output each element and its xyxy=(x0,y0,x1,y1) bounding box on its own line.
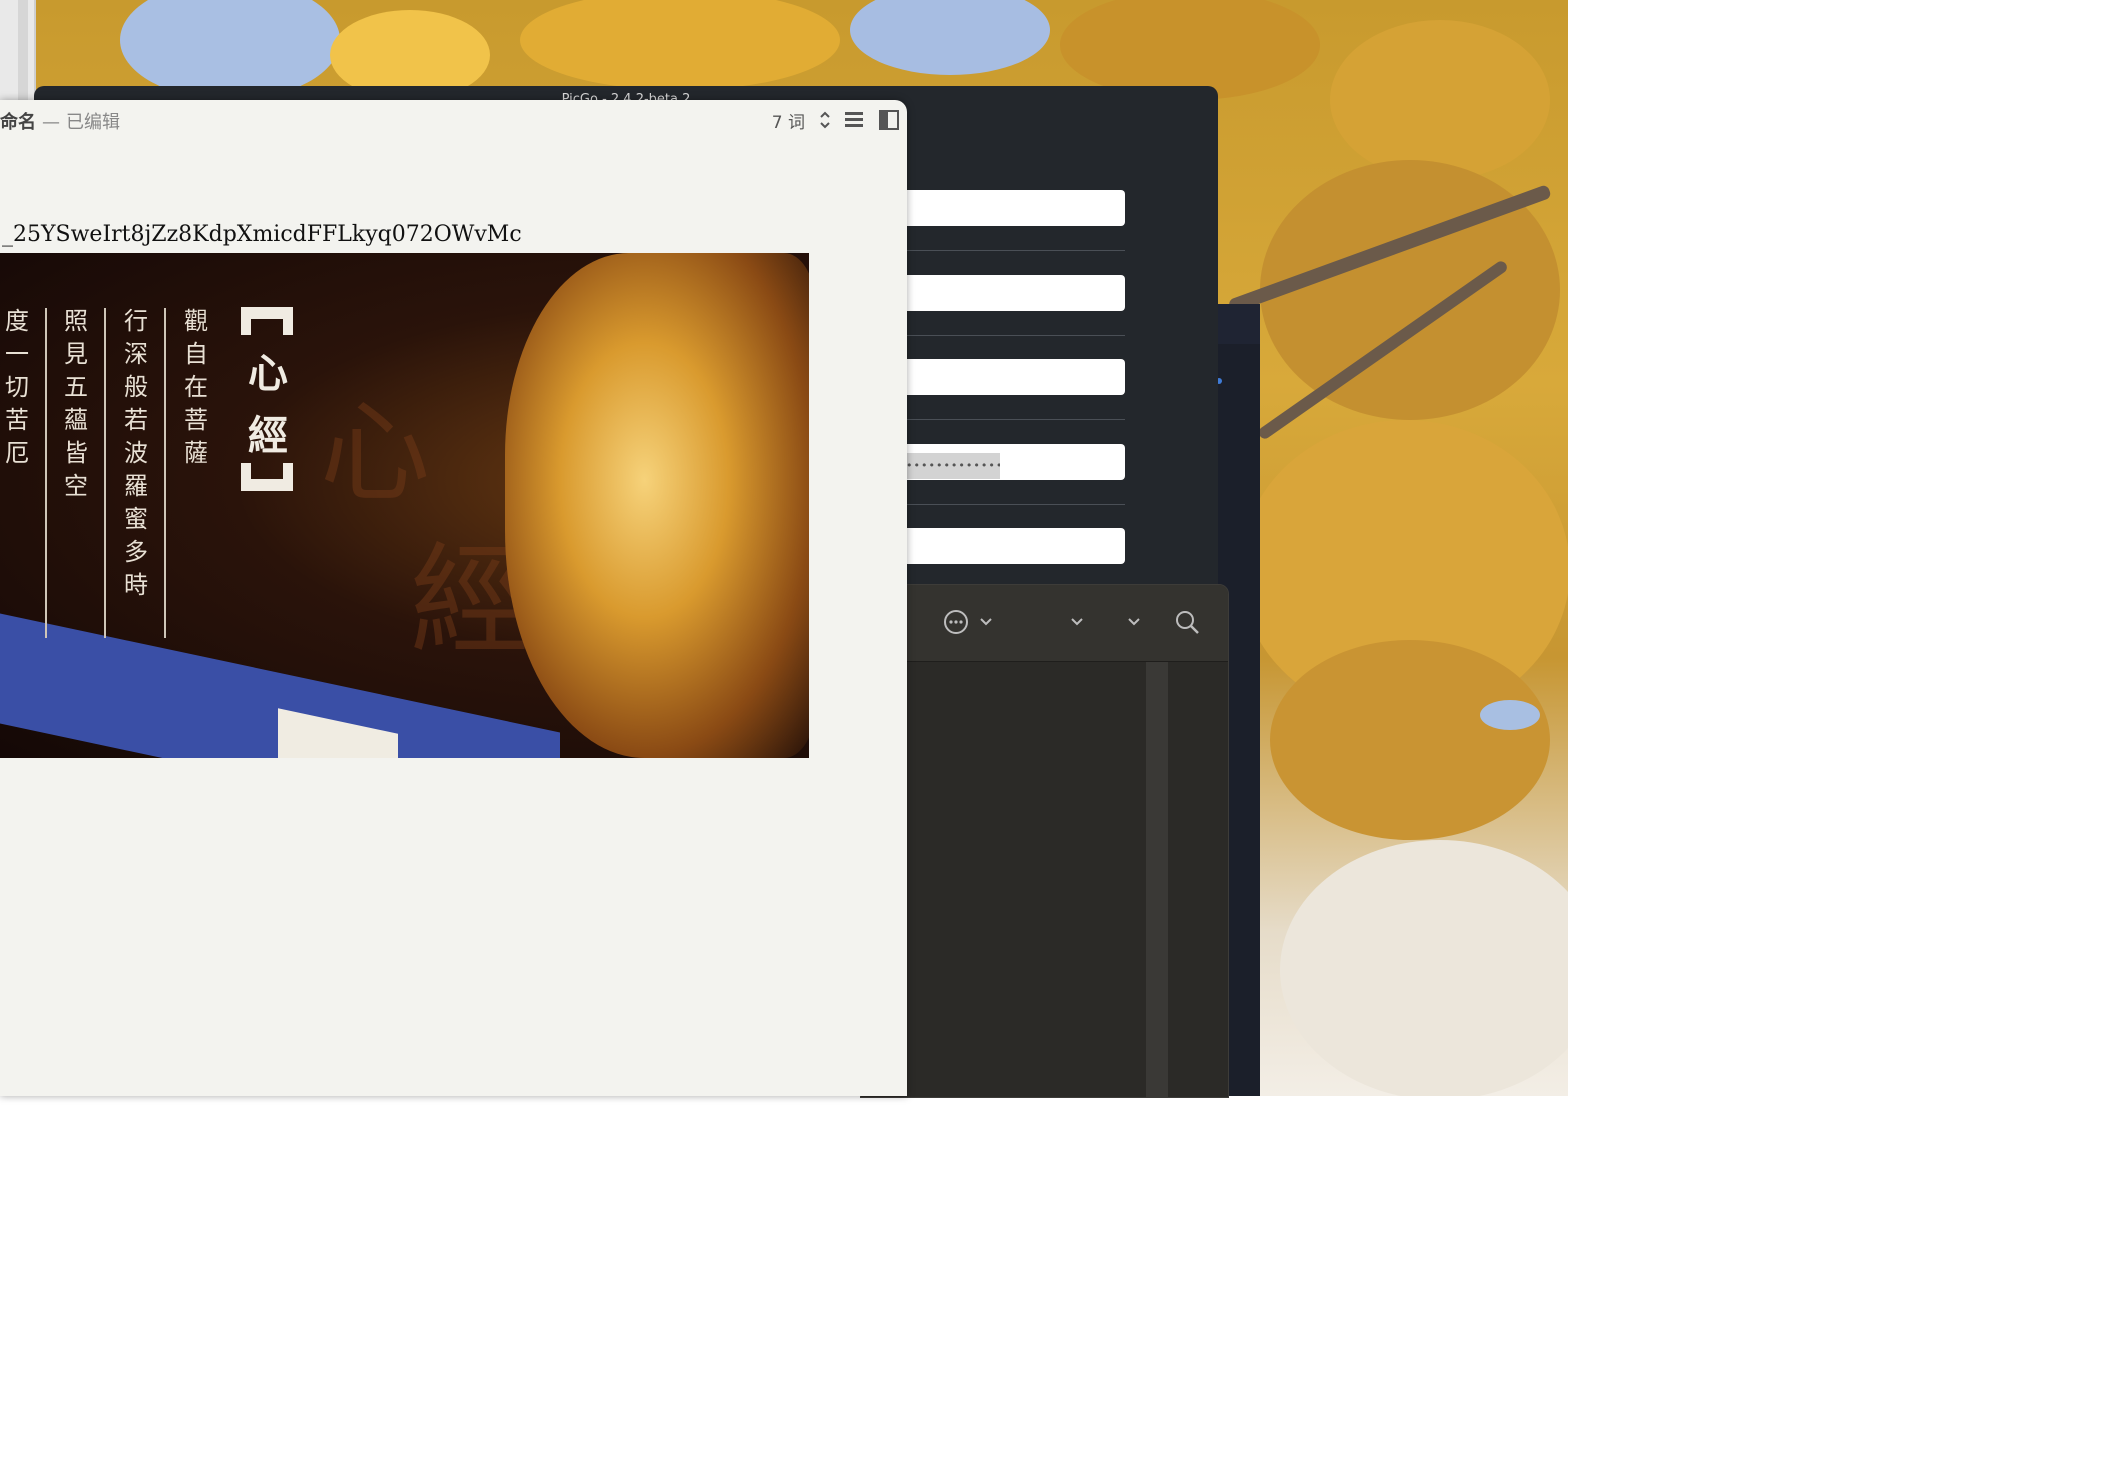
sidebar-toggle-icon[interactable] xyxy=(879,110,899,130)
divider xyxy=(894,250,1125,251)
wallpaper-sky-patch xyxy=(850,0,1050,75)
background-window-scrollbar xyxy=(18,0,28,100)
divider xyxy=(894,419,1125,420)
divider xyxy=(894,504,1125,505)
wallpaper-leaf xyxy=(1060,0,1320,100)
wallpaper-sky-patch xyxy=(120,0,340,100)
sutra-column-2: 行深般若波羅蜜多時 xyxy=(124,307,148,599)
column-divider xyxy=(104,308,106,638)
background-character-xin: 心 xyxy=(320,389,430,517)
editor-window[interactable]: 命名 — 已编辑 7 词 _25YSweIrt8jZz8KdpXmicdFFLkyq… xyxy=(0,100,907,1096)
background-app-toolbar xyxy=(1216,304,1260,344)
wallpaper-cloud xyxy=(1280,840,1568,1096)
chevron-down-icon[interactable] xyxy=(979,617,993,627)
document-name: 命名 xyxy=(0,112,36,133)
heart-sutra-image[interactable]: 心 經 觀自在菩薩 行深般若波羅蜜多時 照見五蘊皆空 度一切苦厄 心經 xyxy=(0,253,809,758)
sutra-column-4: 度一切苦厄 xyxy=(5,307,29,467)
editor-status-controls: 7 词 xyxy=(772,108,899,133)
title-separator: — xyxy=(42,112,60,133)
wallpaper-leaf xyxy=(1330,20,1550,180)
column-divider xyxy=(164,308,166,638)
wallpaper-leaf xyxy=(520,0,840,90)
password-mask: •••••••••••••••• xyxy=(906,453,1000,479)
chevron-down-icon[interactable] xyxy=(1127,617,1141,627)
sutra-column-1: 觀自在菩薩 xyxy=(184,307,208,467)
picgo-title: PicGo - 2.4.2-beta.2 xyxy=(34,86,1218,107)
picgo-setting-field-5[interactable] xyxy=(894,528,1125,564)
word-count[interactable]: 7 词 xyxy=(772,108,805,133)
heading-bracket-bottom xyxy=(241,479,293,491)
search-icon[interactable] xyxy=(1174,609,1200,635)
picgo-setting-field-3[interactable] xyxy=(894,359,1125,395)
buddha-face xyxy=(505,253,809,758)
edit-status: 已编辑 xyxy=(66,112,120,133)
editor-titlebar: 命名 — 已编辑 xyxy=(0,108,120,134)
more-icon[interactable] xyxy=(943,609,969,635)
stepper-icon[interactable] xyxy=(819,110,831,130)
heading-bracket-top xyxy=(241,307,293,319)
sutra-column-3: 照見五蘊皆空 xyxy=(64,307,88,500)
document-text[interactable]: _25YSweIrt8jZz8KdpXmicdFFLkyq072OWvMc xyxy=(2,222,522,247)
column-divider xyxy=(45,308,47,638)
chevron-down-icon[interactable] xyxy=(1070,617,1084,627)
finder-scroll-column[interactable] xyxy=(1146,662,1168,1097)
sutra-heading: 心經 xyxy=(248,350,288,459)
wallpaper-leaf xyxy=(1270,640,1550,840)
finder-toolbar xyxy=(861,585,1228,662)
outline-list-icon[interactable] xyxy=(845,110,865,130)
background-window-edge xyxy=(0,0,36,100)
picgo-setting-field-2[interactable] xyxy=(894,275,1125,311)
picgo-setting-field-1[interactable] xyxy=(894,190,1125,226)
divider xyxy=(894,335,1125,336)
finder-window[interactable] xyxy=(860,584,1229,1098)
wallpaper-sky-patch xyxy=(1480,700,1540,730)
